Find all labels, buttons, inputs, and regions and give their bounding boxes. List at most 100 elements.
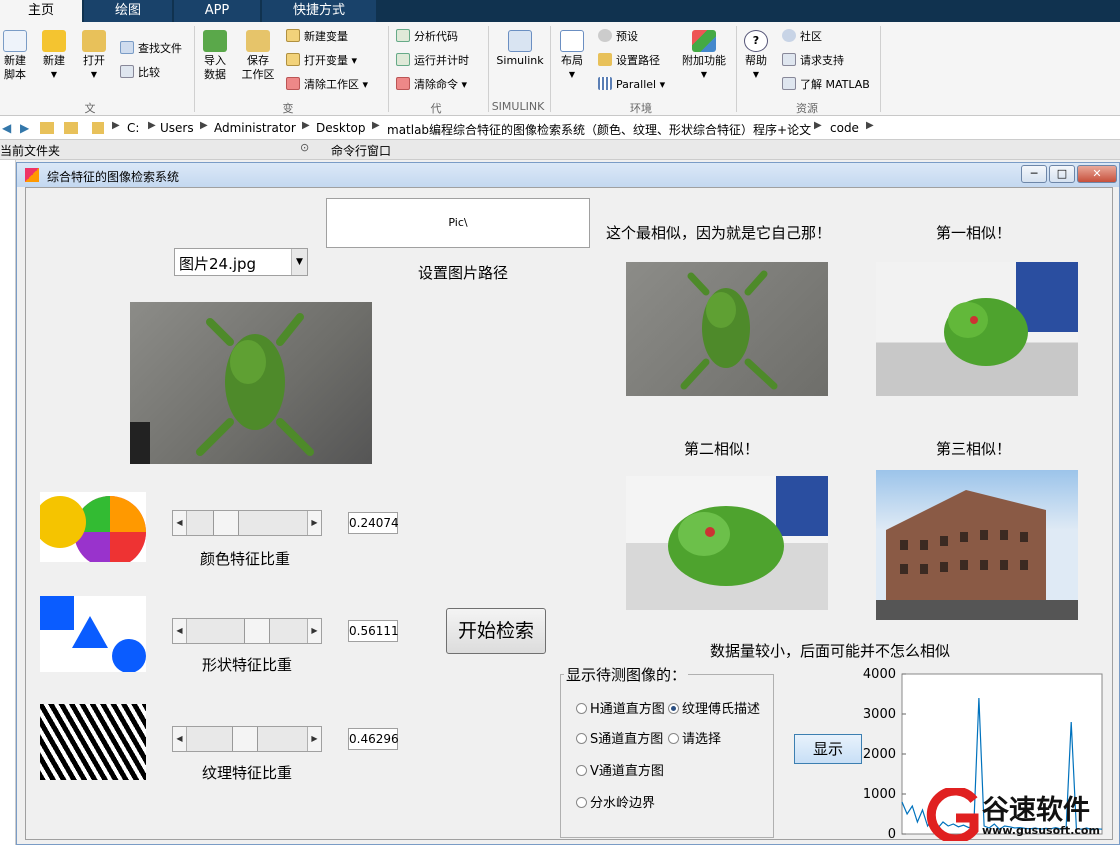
set-path-label: 设置图片路径 <box>418 264 509 282</box>
breadcrumb-arrow-icon: ▶ <box>200 120 208 131</box>
simulink-button[interactable]: Simulink <box>494 30 546 68</box>
texture-weight-slider[interactable]: ◀ ▶ <box>172 726 322 752</box>
path-input[interactable]: Pic\ <box>326 198 590 248</box>
back-icon[interactable]: ◀ <box>2 121 11 135</box>
color-weight-slider[interactable]: ◀ ▶ <box>172 510 322 536</box>
radio-v-channel[interactable]: V通道直方图 <box>576 760 664 779</box>
shape-slider-thumb[interactable] <box>244 619 270 643</box>
breadcrumb-arrow-icon: ▶ <box>372 120 380 131</box>
community-button[interactable]: 社区 <box>782 28 822 46</box>
maximize-button[interactable]: □ <box>1049 165 1075 183</box>
shape-weight-slider[interactable]: ◀ ▶ <box>172 618 322 644</box>
panel-menu-icon[interactable]: ⊙ <box>300 141 309 154</box>
parallel-label: Parallel <box>616 78 657 91</box>
set-path-button[interactable]: 设置路径 <box>598 52 660 70</box>
slider-right-arrow-icon[interactable]: ▶ <box>307 727 321 751</box>
breadcrumb-project[interactable]: matlab编程综合特征的图像检索系统（颜色、纹理、形状综合特征）程序+论文 <box>387 121 811 138</box>
breadcrumb-administrator[interactable]: Administrator <box>214 121 296 135</box>
preferences-button[interactable]: 预设 <box>598 28 638 46</box>
slider-left-arrow-icon[interactable]: ◀ <box>173 619 187 643</box>
folder-icon <box>92 122 104 134</box>
new-variable-button[interactable]: 新建变量 <box>286 28 348 46</box>
close-button[interactable]: ✕ <box>1077 165 1117 183</box>
divider <box>736 26 737 112</box>
radio-h-channel[interactable]: H通道直方图 <box>576 698 665 717</box>
find-files-label: 查找文件 <box>138 42 182 55</box>
tab-apps[interactable]: APP <box>174 0 260 22</box>
clear-workspace-button[interactable]: 清除工作区 ▾ <box>286 76 368 94</box>
slider-left-arrow-icon[interactable]: ◀ <box>173 727 187 751</box>
texture-slider-thumb[interactable] <box>232 727 258 751</box>
y-tick-label: 4000 <box>863 668 896 682</box>
browse-icon[interactable] <box>64 122 78 134</box>
breadcrumb-users[interactable]: Users <box>160 121 194 135</box>
open-variable-label: 打开变量 <box>304 54 348 67</box>
run-and-time-button[interactable]: 运行并计时 <box>396 52 469 70</box>
radio-texture-fourier[interactable]: 纹理傅氏描述 <box>668 698 760 717</box>
radio-dot-selected[interactable] <box>668 703 679 714</box>
breadcrumb-desktop[interactable]: Desktop <box>316 121 366 135</box>
find-files-button[interactable]: 查找文件 <box>120 40 182 58</box>
save-workspace-label: 保存 工作区 <box>241 54 275 81</box>
compare-button[interactable]: 比较 <box>120 64 160 82</box>
run-and-time-label: 运行并计时 <box>414 54 469 67</box>
tab-plots[interactable]: 绘图 <box>84 0 172 22</box>
tab-home[interactable]: 主页 <box>0 0 82 22</box>
save-workspace-button[interactable]: 保存 工作区 <box>240 30 276 82</box>
texture-weight-value[interactable]: 0.46296 <box>348 728 399 750</box>
color-weight-value[interactable]: 0.24074 <box>348 512 399 534</box>
new-script-button[interactable]: 新建 脚本 <box>2 30 28 82</box>
slider-right-arrow-icon[interactable]: ▶ <box>307 619 321 643</box>
layout-label: 布局 <box>561 54 583 67</box>
up-folder-icon[interactable] <box>40 122 54 134</box>
learn-icon <box>782 77 796 90</box>
open-button[interactable]: 打开 ▼ <box>80 30 108 82</box>
learn-matlab-button[interactable]: 了解 MATLAB <box>782 76 870 94</box>
breadcrumb-arrow-icon: ▶ <box>148 120 156 131</box>
radio-dot[interactable] <box>576 797 587 808</box>
forward-icon[interactable]: ▶ <box>20 121 29 135</box>
request-support-label: 请求支持 <box>800 54 844 67</box>
y-tick-label: 3000 <box>863 707 896 722</box>
radio-dot[interactable] <box>576 733 587 744</box>
breadcrumb-drive[interactable]: C: <box>127 121 139 135</box>
radio-select[interactable]: 请选择 <box>668 728 721 747</box>
radio-s-channel[interactable]: S通道直方图 <box>576 728 663 747</box>
analyze-code-button[interactable]: 分析代码 <box>396 28 458 46</box>
open-variable-button[interactable]: 打开变量 ▾ <box>286 52 357 70</box>
import-data-label: 导入 数据 <box>204 54 226 81</box>
slider-right-arrow-icon[interactable]: ▶ <box>307 511 321 535</box>
shape-weight-value[interactable]: 0.56111 <box>348 620 399 642</box>
y-tick-label: 2000 <box>863 747 896 762</box>
radio-dot[interactable] <box>668 733 679 744</box>
radio-dot[interactable] <box>576 765 587 776</box>
tab-shortcuts[interactable]: 快捷方式 <box>262 0 376 22</box>
help-button[interactable]: ? 帮助 ▼ <box>742 30 770 82</box>
radio-watershed[interactable]: 分水岭边界 <box>576 792 655 811</box>
shape-feature-image <box>40 596 146 672</box>
frog-image <box>130 313 314 464</box>
query-image <box>130 302 372 464</box>
radio-dot[interactable] <box>576 703 587 714</box>
second-similar-label: 第二相似！ <box>684 440 760 458</box>
shape-weight-label: 形状特征比重 <box>202 656 293 674</box>
clear-commands-button[interactable]: 清除命令 ▾ <box>396 76 467 94</box>
parallel-button[interactable]: Parallel ▾ <box>598 76 665 94</box>
request-support-button[interactable]: 请求支持 <box>782 52 844 70</box>
layout-button[interactable]: 布局 ▼ <box>558 30 586 82</box>
gear-icon <box>598 29 612 42</box>
new-button[interactable]: 新建 ▼ <box>40 30 68 82</box>
slider-left-arrow-icon[interactable]: ◀ <box>173 511 187 535</box>
current-folder-header: 当前文件夹 <box>0 144 61 158</box>
analyze-code-icon <box>396 29 410 42</box>
minimize-button[interactable]: ─ <box>1021 165 1047 183</box>
start-search-button[interactable]: 开始检索 <box>446 608 546 654</box>
color-slider-thumb[interactable] <box>213 511 239 535</box>
radio-h-label: H通道直方图 <box>590 702 665 717</box>
third-similar-label: 第三相似！ <box>936 440 1012 458</box>
addons-button[interactable]: 附加功能 ▼ <box>680 30 728 82</box>
chevron-down-icon[interactable]: ▼ <box>291 249 307 275</box>
import-data-button[interactable]: 导入 数据 <box>202 30 228 82</box>
breadcrumb-code[interactable]: code <box>830 121 859 135</box>
image-select[interactable]: 图片24.jpg ▼ <box>174 248 308 276</box>
